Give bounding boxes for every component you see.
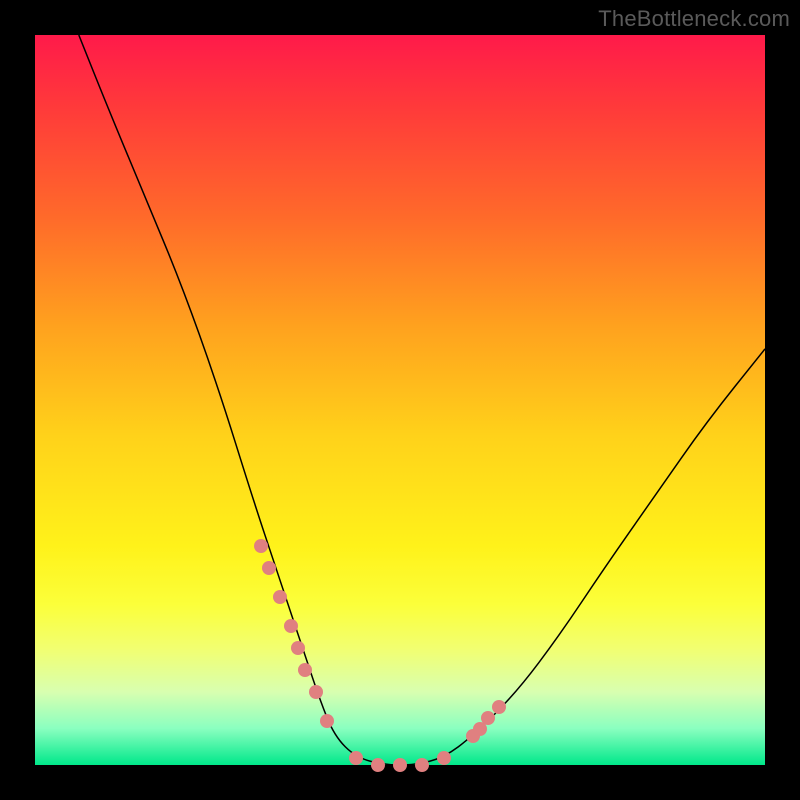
data-point <box>492 700 506 714</box>
data-point <box>437 751 451 765</box>
data-point <box>284 619 298 633</box>
data-point <box>273 590 287 604</box>
watermark-text: TheBottleneck.com <box>598 6 790 32</box>
data-point <box>291 641 305 655</box>
data-point <box>393 758 407 772</box>
data-point <box>298 663 312 677</box>
data-point <box>349 751 363 765</box>
chart-area <box>35 35 765 765</box>
data-point <box>309 685 323 699</box>
data-point <box>320 714 334 728</box>
data-point <box>262 561 276 575</box>
data-point <box>415 758 429 772</box>
bottleneck-curve <box>79 35 765 765</box>
data-point <box>481 711 495 725</box>
curve-layer <box>35 35 765 765</box>
data-point <box>371 758 385 772</box>
data-point <box>254 539 268 553</box>
